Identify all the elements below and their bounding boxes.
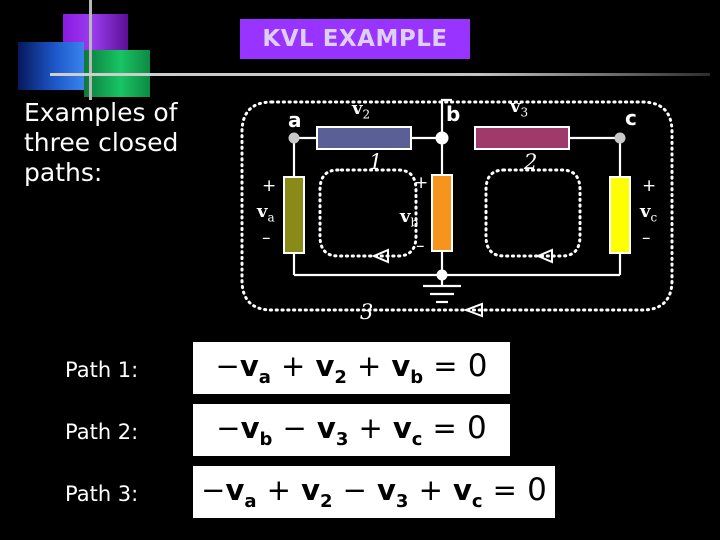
- source-va: [283, 176, 305, 254]
- node-label-b: b: [446, 102, 461, 126]
- path-3-label: Path 3:: [65, 482, 139, 506]
- label-v2-sub: 2: [362, 107, 371, 122]
- node-label-a: a: [288, 108, 302, 132]
- circuit-diagram: a b c v2 v3 va vb vc + – + – + – 1 2 3: [228, 88, 708, 328]
- loop-number-1: 1: [369, 150, 383, 174]
- path-1-equation-box: −va + v2 + vb = 0: [193, 342, 510, 394]
- loop-number-3: 3: [360, 300, 374, 324]
- label-vc: vc: [640, 201, 657, 225]
- ground-icon: [423, 284, 461, 304]
- path-2-label: Path 2:: [65, 420, 139, 444]
- body-text: Examples of three closed paths:: [24, 98, 179, 187]
- resistor-v3: [474, 126, 570, 150]
- node-label-c: c: [625, 106, 637, 130]
- decorative-logo: [0, 0, 150, 100]
- polarity-plus-vb: +: [414, 173, 429, 193]
- label-v2: v2: [352, 98, 370, 122]
- path-2-equation: −vb − v3 + vc = 0: [216, 410, 487, 450]
- title-banner: KVL EXAMPLE: [240, 19, 470, 59]
- label-va-sub: a: [267, 210, 275, 225]
- loop-path-2: [484, 168, 582, 258]
- node-dot-a: [288, 132, 300, 144]
- loop-path-3: [240, 100, 674, 312]
- label-v3: v3: [510, 96, 528, 120]
- path-row-3: Path 3: −va + v2 − v3 + vc = 0: [0, 466, 720, 526]
- node-dot-c: [614, 132, 626, 144]
- path-2-equation-box: −vb − v3 + vc = 0: [193, 404, 510, 456]
- node-dot-ground: [436, 269, 448, 281]
- polarity-minus-vb: –: [416, 236, 425, 256]
- logo-blue-rect: [18, 42, 84, 90]
- loop-number-2: 2: [524, 150, 538, 174]
- path-1-equation: −va + v2 + vb = 0: [215, 348, 488, 388]
- label-va: va: [257, 201, 275, 225]
- polarity-minus-va: –: [262, 228, 271, 248]
- path-3-equation-box: −va + v2 − v3 + vc = 0: [193, 466, 555, 518]
- label-vb-sub: b: [410, 215, 419, 230]
- label-vb: vb: [400, 206, 418, 230]
- path-row-1: Path 1: −va + v2 + vb = 0: [0, 342, 720, 400]
- slide-canvas: KVL EXAMPLE Examples of three closed pat…: [0, 0, 720, 540]
- label-vc-var: v: [640, 201, 651, 222]
- label-v2-var: v: [352, 98, 363, 119]
- polarity-minus-vc: –: [642, 228, 651, 248]
- label-vb-var: v: [400, 206, 411, 227]
- label-va-var: v: [257, 201, 268, 222]
- source-vc: [609, 176, 631, 254]
- source-vb: [431, 174, 453, 252]
- header-divider-line: [50, 73, 710, 76]
- label-v3-sub: 3: [520, 105, 529, 120]
- label-vc-sub: c: [650, 210, 658, 225]
- label-v3-var: v: [510, 96, 521, 117]
- path-1-label: Path 1:: [65, 358, 139, 382]
- node-dot-b: [435, 131, 449, 145]
- page-title: KVL EXAMPLE: [262, 26, 448, 52]
- polarity-plus-va: +: [262, 176, 277, 196]
- path-3-equation: −va + v2 − v3 + vc = 0: [201, 472, 547, 512]
- path-row-2: Path 2: −vb − v3 + vc = 0: [0, 404, 720, 462]
- polarity-plus-vc: +: [642, 176, 657, 196]
- resistor-v2: [316, 126, 412, 150]
- logo-vertical-line: [89, 0, 92, 100]
